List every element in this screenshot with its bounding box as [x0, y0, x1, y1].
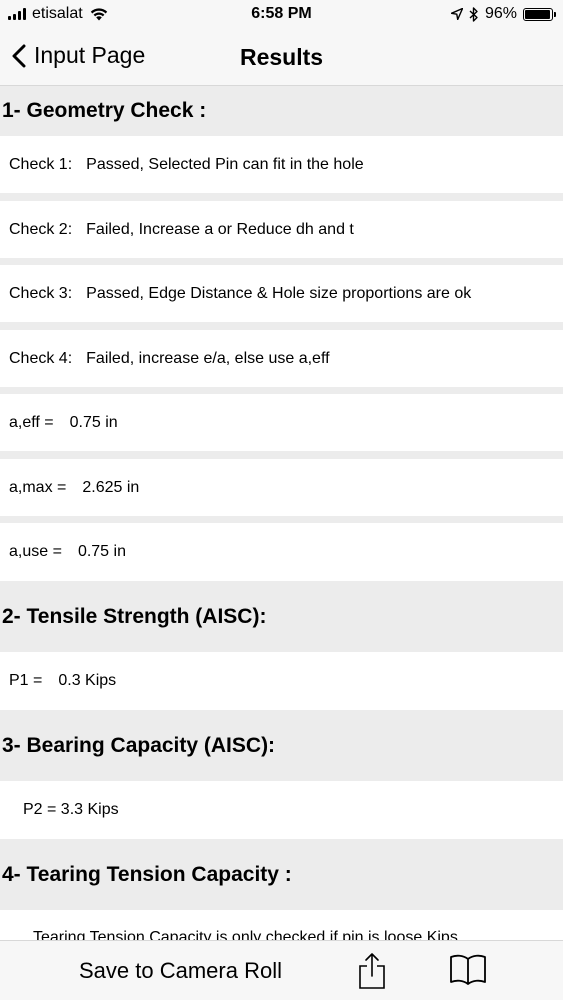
battery-fill: [525, 9, 550, 19]
row-value: 0.75 in: [69, 413, 118, 431]
navigation-bar: Input Page Results: [0, 30, 563, 86]
row-label: a,eff =: [9, 413, 54, 431]
row-label: Check 4:: [9, 349, 73, 367]
row-p1: P1 = 0.3 Kips: [0, 652, 563, 710]
back-button-label: Input Page: [34, 42, 146, 68]
row-value: Passed, Selected Pin can fit in the hole: [86, 155, 364, 173]
row-label: a,use =: [9, 543, 62, 560]
row-p2: P2 = 3.3 Kips: [0, 781, 563, 839]
row-value: 0.3 Kips: [58, 672, 117, 689]
row-value: Passed, Edge Distance & Hole size propor…: [86, 284, 472, 302]
battery-icon: [523, 7, 556, 21]
row-label: P1 =: [9, 672, 43, 689]
row-label: a,max =: [9, 478, 67, 496]
row-value: Failed, increase e/a, else use a,eff: [86, 349, 330, 367]
row-check-2: Check 2: Failed, Increase a or Reduce dh …: [0, 201, 563, 258]
share-icon: [359, 953, 385, 989]
chevron-left-icon: [12, 44, 26, 67]
battery-percent: 96%: [484, 5, 517, 22]
section-header-tensile: 2- Tensile Strength (AISC):: [0, 581, 563, 652]
row-tearing-note: Tearing Tension Capacity is only checked…: [0, 910, 563, 940]
row-value: 0.75 in: [77, 543, 126, 560]
share-button[interactable]: [357, 952, 387, 995]
back-button[interactable]: Input Page: [12, 42, 145, 69]
section-header-tearing: 4- Tearing Tension Capacity :: [0, 839, 563, 910]
row-value: Failed, Increase a or Reduce dh and t: [86, 220, 354, 238]
save-to-camera-roll-button[interactable]: Save to Camera Roll: [79, 958, 282, 984]
row-label: Check 3:: [9, 284, 73, 302]
bottom-toolbar: Save to Camera Roll: [0, 940, 563, 1000]
section-header-bearing: 3- Bearing Capacity (AISC):: [0, 710, 563, 781]
status-right: 96%: [450, 5, 556, 23]
row-text: Tearing Tension Capacity is only checked…: [33, 929, 458, 940]
book-icon: [450, 954, 486, 985]
bluetooth-icon: [469, 6, 478, 22]
row-a-eff: a,eff = 0.75 in: [0, 394, 563, 451]
section-header-geometry: 1- Geometry Check :: [0, 86, 563, 136]
row-label: Check 1:: [9, 155, 73, 173]
row-text: P2 = 3.3 Kips: [23, 801, 119, 818]
book-button[interactable]: [449, 953, 487, 990]
row-label: Check 2:: [9, 220, 73, 238]
row-a-use: a,use = 0.75 in: [0, 523, 563, 581]
row-check-4: Check 4: Failed, increase e/a, else use a…: [0, 330, 563, 387]
status-bar: etisalat 6:58 PM 96%: [0, 0, 563, 30]
results-list[interactable]: 1- Geometry Check : Check 1: Passed, Sele…: [0, 86, 563, 940]
row-check-3: Check 3: Passed, Edge Distance & Hole siz…: [0, 265, 563, 322]
row-check-1: Check 1: Passed, Selected Pin can fit in …: [0, 136, 563, 193]
location-arrow-icon: [450, 8, 463, 20]
row-a-max: a,max = 2.625 in: [0, 459, 563, 516]
row-value: 2.625 in: [82, 478, 140, 496]
